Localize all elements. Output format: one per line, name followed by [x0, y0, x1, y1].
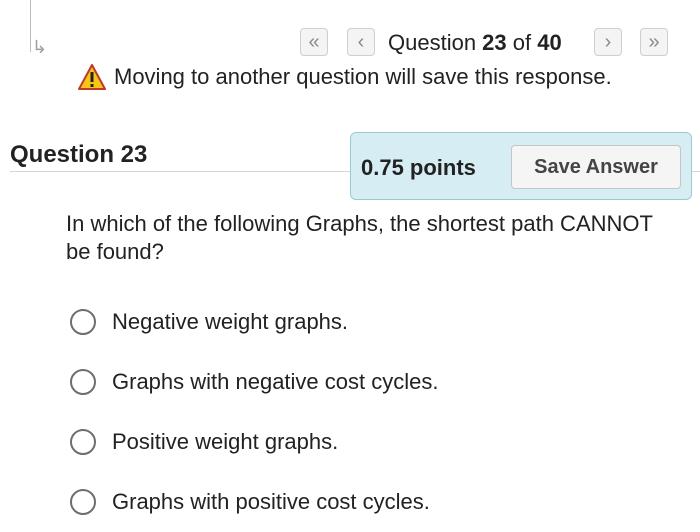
save-answer-button[interactable]: Save Answer	[511, 145, 681, 189]
warning-text: Moving to another question will save thi…	[114, 64, 612, 89]
tree-connector-line	[30, 0, 31, 52]
radio-button[interactable]	[70, 309, 96, 335]
answer-option[interactable]: Positive weight graphs.	[70, 412, 438, 472]
current-question-number: 23	[482, 30, 507, 55]
option-label: Graphs with negative cost cycles.	[112, 369, 439, 394]
next-question-button[interactable]: ›	[594, 28, 622, 56]
double-chevron-right-icon: »	[648, 31, 660, 53]
total-questions: 40	[537, 30, 562, 55]
previous-question-button[interactable]: ‹	[347, 28, 375, 56]
double-chevron-left-icon: «	[308, 31, 320, 53]
save-warning: Moving to another question will save thi…	[78, 64, 612, 90]
points-panel: 0.75 points Save Answer	[350, 132, 692, 200]
option-label: Positive weight graphs.	[112, 429, 339, 454]
radio-button[interactable]	[70, 429, 96, 455]
answer-option[interactable]: Graphs with positive cost cycles.	[70, 472, 438, 532]
radio-button[interactable]	[70, 489, 96, 515]
chevron-left-icon: ‹	[357, 31, 365, 53]
chevron-right-icon: ›	[604, 31, 612, 53]
option-label: Graphs with positive cost cycles.	[112, 489, 430, 514]
question-counter: Question 23 of 40	[388, 30, 562, 55]
tree-arrow-icon: ↳	[32, 37, 48, 57]
radio-button[interactable]	[70, 369, 96, 395]
answer-option[interactable]: Negative weight graphs.	[70, 292, 438, 352]
warning-icon	[78, 64, 106, 90]
points-value: 0.75 points	[361, 155, 476, 180]
answer-options: Negative weight graphs. Graphs with nega…	[70, 292, 438, 532]
first-question-button[interactable]: «	[300, 28, 328, 56]
option-label: Negative weight graphs.	[112, 309, 349, 334]
question-text: In which of the following Graphs, the sh…	[66, 211, 653, 264]
answer-option[interactable]: Graphs with negative cost cycles.	[70, 352, 438, 412]
question-title: Question 23	[10, 141, 148, 168]
last-question-button[interactable]: »	[640, 28, 668, 56]
